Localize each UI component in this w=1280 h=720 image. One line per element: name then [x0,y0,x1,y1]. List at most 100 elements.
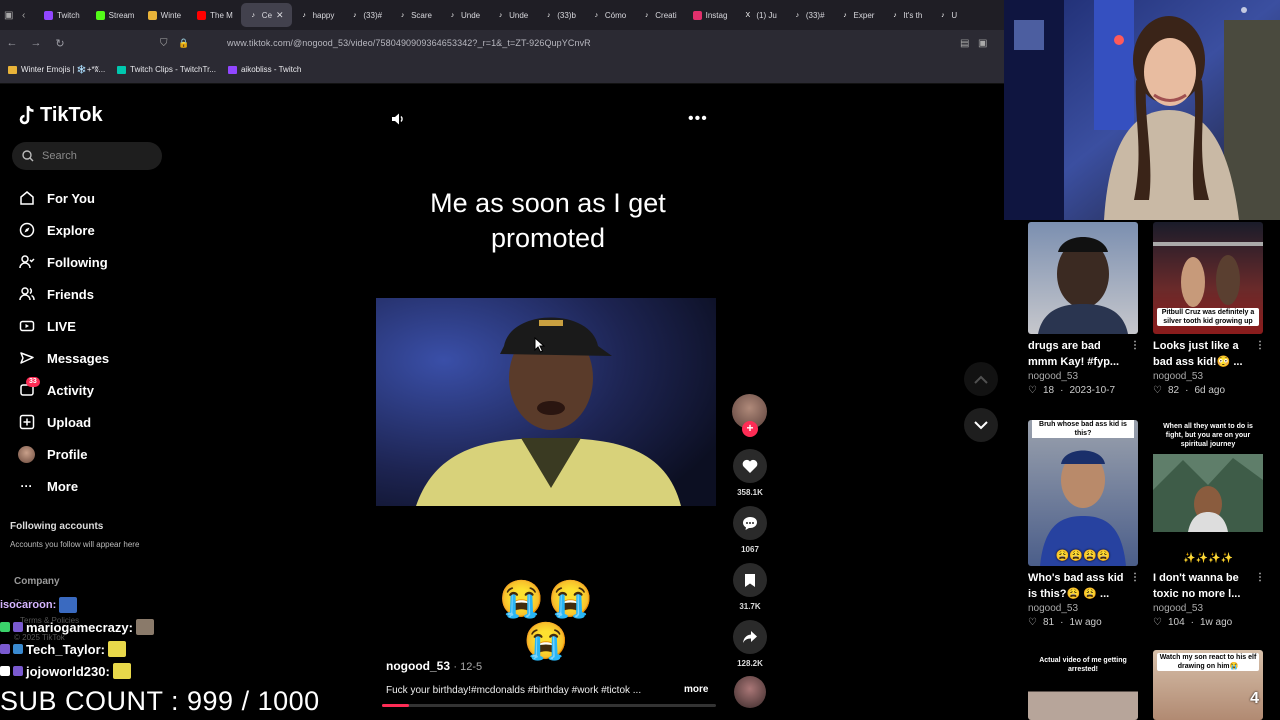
sidebar-item-more[interactable]: ··· More [18,470,178,502]
tab-label: The M [210,10,233,20]
video-progress-bar[interactable] [382,704,716,707]
recommended-title-text: I don't wanna be toxic no more l... [1153,572,1241,600]
video-thumbnail[interactable] [1028,222,1138,334]
reload-icon[interactable]: ↻ [48,37,72,50]
tiktok-logo[interactable]: TikTok [16,104,103,127]
shield-icon[interactable]: ⛉ [160,38,168,49]
browser-tab[interactable]: ♪ happy [292,3,343,27]
recommended-meta: ♡ 18 · 2023-10-7 [1028,385,1116,396]
sidebar-item-label: Activity [47,382,94,398]
browser-tab[interactable]: Twitch [36,3,88,27]
recommended-video-card[interactable]: Pitbull Cruz was definitely a silver too… [1153,222,1265,396]
next-video-button[interactable] [964,408,998,442]
tiktok-note-icon [19,105,34,124]
tab-list-icon[interactable]: ▣ [4,10,22,21]
sidebar-item-messages[interactable]: Messages [18,342,178,374]
like-button[interactable]: 358.1K [732,449,768,497]
video-thumbnail[interactable]: Actual video of me getting arrested! [1028,652,1138,720]
chat-emote [135,619,154,635]
bookmark-item[interactable]: Twitch Clips - TwitchTr... [117,65,216,74]
forward-icon[interactable]: → [24,37,48,49]
recommended-meta: ♡ 82 · 6d ago [1153,385,1226,396]
recommended-video-card[interactable]: drugs are bad mmm Kay! #fyp... ⋮ nogood_5… [1028,222,1140,396]
video-options-icon[interactable]: ••• [688,110,708,128]
browser-tab[interactable]: ♪ (33)b [536,3,584,27]
sidebar-item-profile[interactable]: Profile [18,438,178,470]
browser-tab[interactable]: ♪ Exper [833,3,883,27]
bookmark-item[interactable]: Winter Emojis | ❄️+*ʬ... [8,65,105,74]
recommended-user[interactable]: nogood_53 [1153,371,1263,382]
tab-favicon [147,10,157,20]
recommended-user[interactable]: nogood_53 [1028,603,1138,614]
back-icon[interactable]: ← [0,37,24,49]
browser-tab[interactable]: Stream [88,3,140,27]
video-thumbnail[interactable]: Pitbull Cruz was definitely a silver too… [1153,222,1263,334]
browser-tab[interactable]: Winte [140,3,189,27]
tab-label: Instag [705,10,728,20]
share-button[interactable]: 128.2K [732,620,768,668]
compass-icon [18,222,35,239]
author-name[interactable]: nogood_53 [386,659,450,673]
card-options-icon[interactable]: ⋮ [1255,338,1265,354]
reader-view-icon[interactable]: ▤ [960,38,969,49]
browser-tab[interactable]: ♪ It's th [882,3,930,27]
browser-tab[interactable]: ♪ Unde [440,3,488,27]
volume-icon[interactable] [390,111,406,132]
browser-tab-active[interactable]: ♪ Ce ✕ [240,3,292,27]
browser-tab[interactable]: ♪ U [930,3,965,27]
recommended-video-card[interactable]: When all they want to do is fight, but y… [1153,420,1265,628]
browser-tab[interactable]: ♪ Scare [390,3,440,27]
recommended-user[interactable]: nogood_53 [1028,371,1138,382]
close-tab-icon[interactable]: ✕ [276,10,284,21]
recommended-video-card[interactable]: Watch my son react to his elf drawing on… [1153,650,1263,720]
lock-icon[interactable]: 🔒 [178,38,189,49]
live-icon [18,318,35,335]
chat-badge-icon [0,622,10,632]
sidebar-item-friends[interactable]: Friends [18,278,178,310]
sidebar-item-upload[interactable]: Upload [18,406,178,438]
recommended-title-text: Looks just like a bad ass kid!😳 ... [1153,340,1243,368]
follow-plus-icon[interactable]: + [742,421,758,437]
card-options-icon[interactable]: ⋮ [1130,570,1140,586]
chat-message: isocaroon: [0,594,220,616]
video-thumbnail[interactable]: When all they want to do is fight, but y… [1153,420,1263,566]
previous-video-button[interactable] [964,362,998,396]
browser-tab[interactable]: X (1) Ju [735,3,784,27]
sidebar-item-following[interactable]: Following [18,246,178,278]
browser-tab[interactable]: The M [189,3,241,27]
comment-button[interactable]: 1067 [732,506,768,554]
sidebar-item-explore[interactable]: Explore [18,214,178,246]
following-icon [18,254,35,271]
save-button[interactable]: 31.7K [732,563,768,611]
browser-tab[interactable]: ♪ (33)# [785,3,833,27]
recommended-video-card[interactable]: Bruh whose bad ass kid is this? 😩😩😩😩 Who… [1028,420,1140,628]
video-author[interactable]: nogood_53 · 12-5 [386,659,482,673]
address-bar[interactable]: www.tiktok.com/@nogood_53/video/75804909… [227,38,591,48]
browser-tab[interactable]: ♪ Unde [488,3,536,27]
browser-tab[interactable]: Instag [685,3,736,27]
sidebar-item-live[interactable]: LIVE [18,310,178,342]
video-thumbnail[interactable]: Watch my son react to his elf drawing on… [1153,650,1263,720]
browser-tab[interactable]: ♪ (33)# [342,3,390,27]
sidebar-item-for-you[interactable]: For You [18,182,178,214]
screenshot-icon[interactable]: ▣ [978,38,987,49]
recommended-user[interactable]: nogood_53 [1153,603,1263,614]
chat-username: Tech_Taylor: [26,641,105,657]
card-options-icon[interactable]: ⋮ [1255,570,1265,586]
description-more-button[interactable]: more [684,684,708,695]
browser-tab[interactable]: ♪ Cómo [584,3,634,27]
sound-avatar[interactable] [734,676,766,708]
card-options-icon[interactable]: ⋮ [1130,338,1140,354]
chat-emote [59,597,78,613]
sidebar-item-activity[interactable]: 33 Activity [18,374,178,406]
comment-count: 1067 [741,545,759,554]
video-player[interactable] [376,298,716,506]
browser-tab[interactable]: ♪ Creati [634,3,684,27]
recommended-video-card[interactable]: Actual video of me getting arrested! [1028,652,1138,720]
bookmark-item[interactable]: aikobliss - Twitch [227,65,301,74]
footer-company-link[interactable]: Company [14,576,60,587]
video-thumbnail[interactable]: Bruh whose bad ass kid is this? 😩😩😩😩 [1028,420,1138,566]
tab-label: (33)# [805,10,825,20]
search-input[interactable]: Search [12,142,162,170]
tab-scroll-left-icon[interactable]: ‹ [22,10,36,21]
